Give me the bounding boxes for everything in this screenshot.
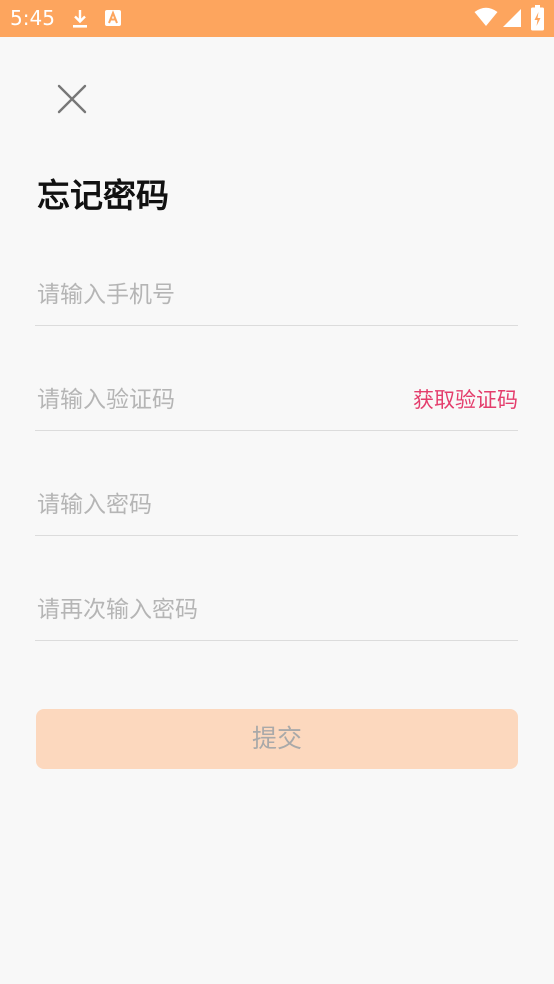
page-title: 忘记密码 — [37, 176, 169, 215]
signal-icon — [503, 9, 521, 27]
wifi-icon — [474, 7, 498, 26]
get-code-button[interactable]: 获取验证码 — [413, 386, 518, 414]
verification-code-field: 获取验证码 — [35, 370, 518, 431]
close-button[interactable] — [50, 77, 94, 121]
submit-button[interactable]: 提交 — [36, 709, 518, 769]
password-input[interactable] — [35, 475, 397, 535]
a-icon — [105, 10, 121, 26]
phone-input[interactable] — [35, 265, 397, 325]
download-icon — [73, 10, 87, 28]
close-icon — [57, 84, 87, 114]
password-field — [35, 475, 518, 536]
confirm-password-input[interactable] — [35, 580, 397, 640]
status-bar: 5:45 — [0, 0, 554, 37]
status-time: 5:45 — [10, 6, 55, 30]
battery-icon — [531, 5, 544, 31]
confirm-password-field — [35, 580, 518, 641]
phone-field — [35, 265, 518, 326]
verification-code-input[interactable] — [35, 370, 397, 430]
